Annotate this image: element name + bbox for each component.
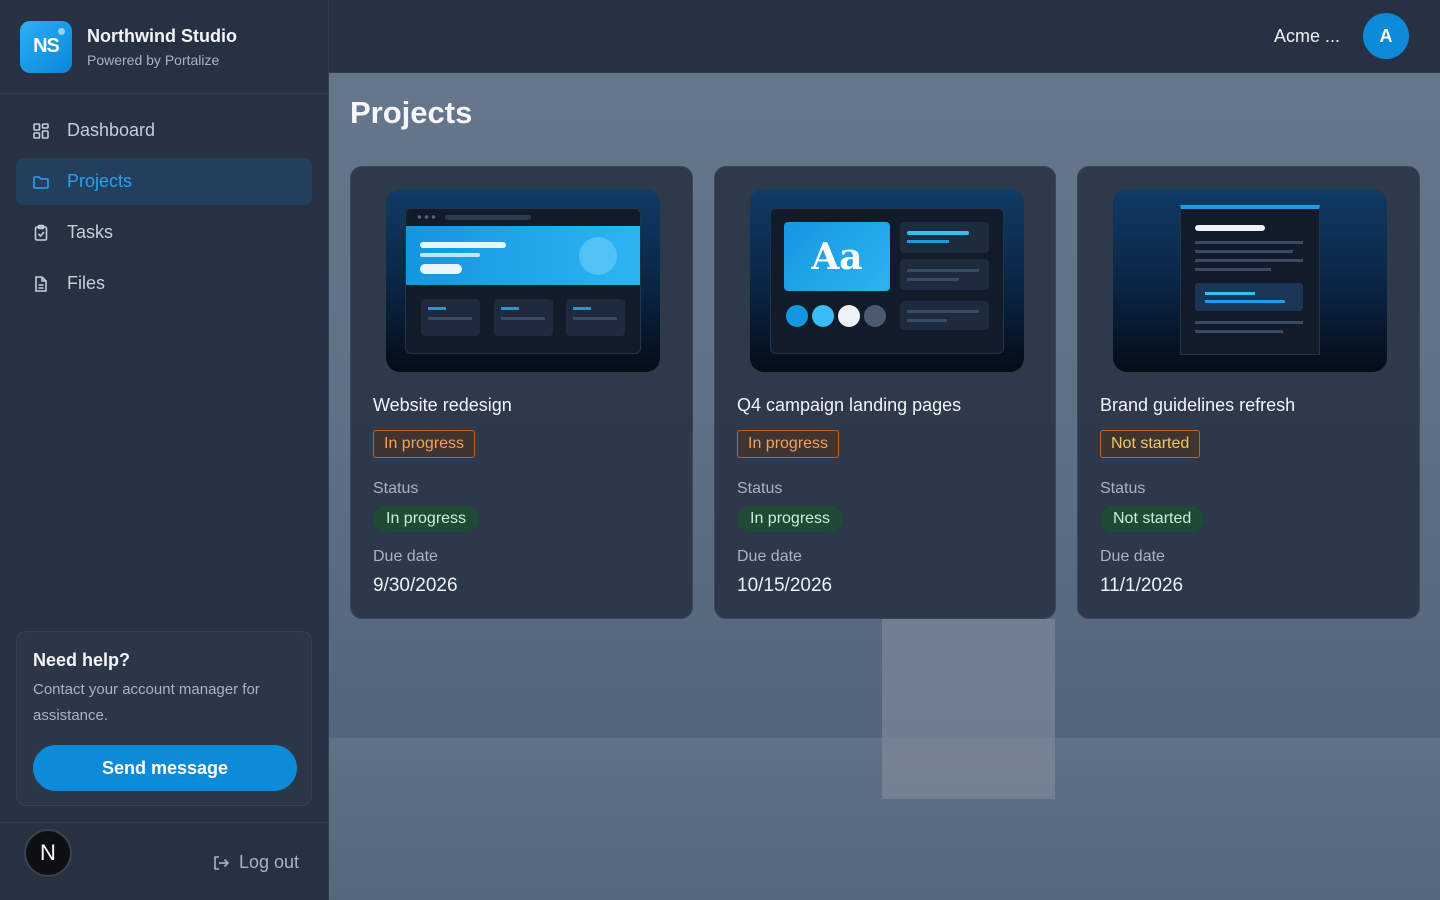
thumbnail-panel xyxy=(900,222,989,253)
logout-label: Log out xyxy=(238,852,299,872)
help-title: Need help? xyxy=(33,650,131,670)
sidebar-item-label: Tasks xyxy=(67,222,114,242)
due-date-label: Due date xyxy=(1100,548,1165,565)
sidebar-nav: Dashboard Projects Tasks Files xyxy=(0,94,328,307)
due-date-label: Due date xyxy=(373,548,438,565)
brand-subtitle: Powered by Portalize xyxy=(87,51,220,68)
thumbnail-accent xyxy=(1205,300,1285,303)
project-stage-tag: In progress xyxy=(737,430,840,458)
thumbnail-line xyxy=(420,253,480,257)
file-icon xyxy=(32,275,50,293)
thumbnail-accent xyxy=(501,307,519,310)
thumbnail-accent xyxy=(428,307,446,310)
thumbnail-line xyxy=(1195,330,1283,333)
thumbnail-line xyxy=(1195,321,1303,324)
project-card-list: Website redesign In progress Status In p… xyxy=(350,166,1420,619)
project-stage-tag: Not started xyxy=(1100,430,1201,458)
thumbnail-accent xyxy=(573,307,591,310)
sidebar-item-projects[interactable]: Projects xyxy=(16,158,312,205)
thumbnail-line xyxy=(420,242,506,248)
brand-name: Northwind Studio xyxy=(87,25,237,46)
sidebar-item-files[interactable]: Files xyxy=(16,260,312,307)
main-content: Projects Website redesign In progress St… xyxy=(329,73,1440,900)
page-title: Projects xyxy=(350,95,473,130)
thumbnail-swatch xyxy=(838,305,860,327)
thumbnail-line xyxy=(501,317,545,320)
account-name[interactable]: Acme ... xyxy=(1274,26,1340,47)
project-card[interactable]: Brand guidelines refresh Not started Sta… xyxy=(1077,166,1420,619)
project-thumbnail xyxy=(386,189,660,372)
grid-icon xyxy=(32,122,50,140)
thumbnail-accent xyxy=(907,231,969,235)
thumbnail-line xyxy=(907,278,959,281)
logout-icon xyxy=(214,855,230,870)
background-pedestal xyxy=(882,619,1055,799)
sidebar: NS Northwind Studio Powered by Portalize… xyxy=(0,0,329,900)
help-text: Contact your account manager for assista… xyxy=(33,681,260,724)
clipboard-check-icon xyxy=(32,224,50,242)
sidebar-footer: N Log out xyxy=(0,822,329,900)
sidebar-item-label: Projects xyxy=(67,171,133,191)
thumbnail-swatch xyxy=(812,305,834,327)
project-title: Q4 campaign landing pages xyxy=(737,395,962,415)
project-thumbnail xyxy=(1113,189,1387,372)
thumbnail-dots xyxy=(416,215,438,219)
sidebar-item-tasks[interactable]: Tasks xyxy=(16,209,312,256)
project-title: Brand guidelines refresh xyxy=(1100,395,1296,415)
thumbnail-line xyxy=(573,317,617,320)
status-label: Status xyxy=(1100,480,1146,497)
project-thumbnail: Aa xyxy=(750,189,1024,372)
thumbnail-panel xyxy=(900,259,989,290)
brand-header: NS Northwind Studio Powered by Portalize xyxy=(0,0,328,94)
thumbnail-line xyxy=(1195,241,1303,244)
status-badge: In progress xyxy=(737,506,844,532)
thumbnail-button xyxy=(420,264,462,274)
thumbnail-line xyxy=(907,319,947,322)
top-bar: Acme ... A xyxy=(329,0,1440,73)
thumbnail-address-bar xyxy=(445,215,531,220)
folder-icon xyxy=(32,173,50,191)
thumbnail-type-sample: Aa xyxy=(784,222,890,291)
thumbnail-line xyxy=(1195,268,1271,271)
status-label: Status xyxy=(373,480,419,497)
project-title: Website redesign xyxy=(373,395,512,415)
status-badge: Not started xyxy=(1100,506,1205,532)
sidebar-item-label: Files xyxy=(67,273,106,293)
due-date-value: 10/15/2026 xyxy=(737,575,833,596)
due-date-value: 9/30/2026 xyxy=(373,575,458,596)
logout-button[interactable]: Log out xyxy=(212,852,299,873)
thumbnail-accent xyxy=(907,240,949,243)
thumbnail-line xyxy=(1195,259,1303,262)
thumbnail-swatch xyxy=(864,305,886,327)
workspace-avatar[interactable]: N xyxy=(24,829,72,877)
thumbnail-line xyxy=(907,269,979,272)
status-label: Status xyxy=(737,480,783,497)
thumbnail-circle xyxy=(579,237,617,275)
thumbnail-heading xyxy=(1195,225,1265,231)
brand-logo[interactable]: NS xyxy=(20,20,72,73)
due-date-label: Due date xyxy=(737,548,802,565)
thumbnail-line xyxy=(428,317,472,320)
sidebar-item-label: Dashboard xyxy=(67,120,156,140)
user-avatar[interactable]: A xyxy=(1363,13,1409,59)
brand-text: Northwind Studio Powered by Portalize xyxy=(87,26,237,68)
sidebar-item-dashboard[interactable]: Dashboard xyxy=(16,107,312,154)
project-card[interactable]: Aa Q4 campaign landing pages In progress… xyxy=(714,166,1056,619)
send-message-button[interactable]: Send message xyxy=(33,745,297,791)
status-badge: In progress xyxy=(373,506,480,532)
project-stage-tag: In progress xyxy=(373,430,476,458)
thumbnail-accent xyxy=(1205,292,1255,295)
thumbnail-swatch xyxy=(786,305,808,327)
thumbnail-panel xyxy=(900,301,989,330)
thumbnail-line xyxy=(1195,250,1293,253)
due-date-value: 11/1/2026 xyxy=(1100,575,1184,596)
thumbnail-line xyxy=(907,310,979,313)
project-card[interactable]: Website redesign In progress Status In p… xyxy=(350,166,693,619)
thumbnail-callout xyxy=(1195,283,1303,311)
help-card: Need help? Contact your account manager … xyxy=(16,631,312,806)
